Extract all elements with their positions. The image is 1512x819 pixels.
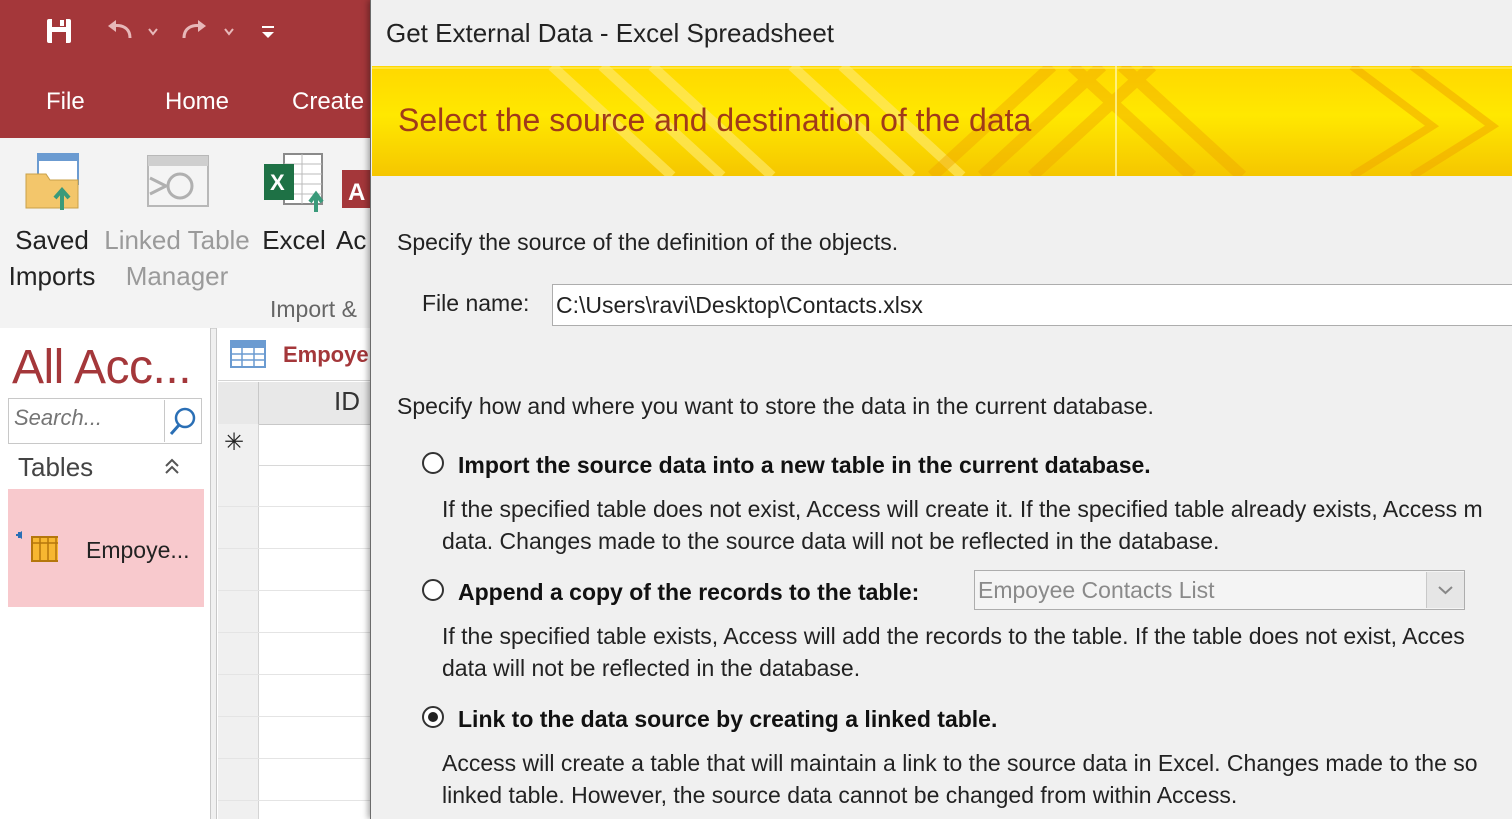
access-import-button[interactable]: A Ac [334,150,372,260]
source-heading: Specify the source of the definition of … [397,229,899,255]
document-tab-label: Empoye [283,342,369,367]
saved-imports-icon [22,150,88,214]
store-heading: Specify how and where you want to store … [397,393,1154,419]
import-option-label[interactable]: Import the source data into a new table … [458,452,1151,479]
nav-item-employee-table[interactable]: Empoye... [8,489,204,607]
saved-imports-label-line2: Imports [8,261,96,291]
redo-icon[interactable] [178,16,236,46]
tab-create[interactable]: Create [292,88,364,116]
select-all-corner[interactable] [218,382,259,424]
tab-file[interactable]: File [46,88,85,116]
table-icon [230,340,266,370]
tab-home[interactable]: Home [165,88,229,116]
nav-search-input[interactable] [12,404,164,432]
grid-line [218,590,372,591]
undo-icon[interactable] [104,16,158,46]
excel-icon: X [262,152,326,214]
import-radio[interactable] [422,452,444,474]
chevron-down-icon[interactable] [1426,572,1464,608]
grid-line [218,716,372,717]
svg-text:A: A [348,179,365,206]
grid-line [218,506,372,507]
import-description-1: If the specified table does not exist, A… [442,496,1483,522]
file-name-input[interactable] [552,284,1512,326]
dialog-title: Get External Data - Excel Spreadsheet [386,18,835,48]
link-description-1: Access will create a table that will mai… [442,750,1478,776]
banner-heading: Select the source and destination of the… [398,102,1032,138]
linked-table-label-line2: Manager [125,261,229,291]
document-tab[interactable]: Empoye [218,330,372,381]
grid-line [218,758,372,759]
datasheet-header: ID [218,382,372,425]
grid-line [258,465,372,466]
excel-import-button[interactable]: X Excel [258,150,330,260]
append-radio[interactable] [422,579,444,601]
append-description-1: If the specified table exists, Access wi… [442,623,1465,649]
nav-item-label: Empoye... [86,537,190,563]
grid-line [218,800,372,801]
linked-table-icon [144,152,212,212]
search-icon[interactable] [164,400,201,442]
new-record-icon: ✳ [224,429,245,456]
linked-table-manager-button[interactable]: Linked Table Manager [102,150,252,298]
svg-text:X: X [270,170,285,195]
import-description-2: data. Changes made to the source data wi… [442,528,1220,554]
nav-pane-title[interactable]: All Acc... [12,340,192,395]
saved-imports-button[interactable]: Saved Imports [0,150,104,298]
grid-line [218,674,372,675]
append-option-label[interactable]: Append a copy of the records to the tabl… [458,579,919,606]
link-description-2: linked table. However, the source data c… [442,782,1238,808]
customize-toolbar-icon[interactable] [256,20,280,44]
file-name-label: File name: [422,290,530,316]
linked-table-label-line1: Linked Table [104,225,250,255]
collapse-chevron-icon[interactable] [162,456,182,476]
row-selector-column [218,424,259,819]
linked-excel-table-icon [14,527,69,563]
saved-imports-label-line1: Saved [15,225,89,255]
link-option-label[interactable]: Link to the data source by creating a li… [458,706,997,733]
ribbon-group-label: Import & [270,296,357,322]
save-icon[interactable] [44,16,74,46]
grid-line [218,632,372,633]
nav-section-label: Tables [18,452,94,482]
nav-section-tables[interactable]: Tables [8,446,204,488]
column-header-id[interactable]: ID [334,386,360,417]
append-table-select-value: Empoyee Contacts List [978,577,1215,603]
append-description-2: data will not be reflected in the databa… [442,655,861,681]
access-label: Ac [336,225,367,255]
excel-label: Excel [262,225,326,255]
grid-line [218,548,372,549]
access-icon: A [342,170,372,210]
link-radio[interactable] [422,706,444,728]
